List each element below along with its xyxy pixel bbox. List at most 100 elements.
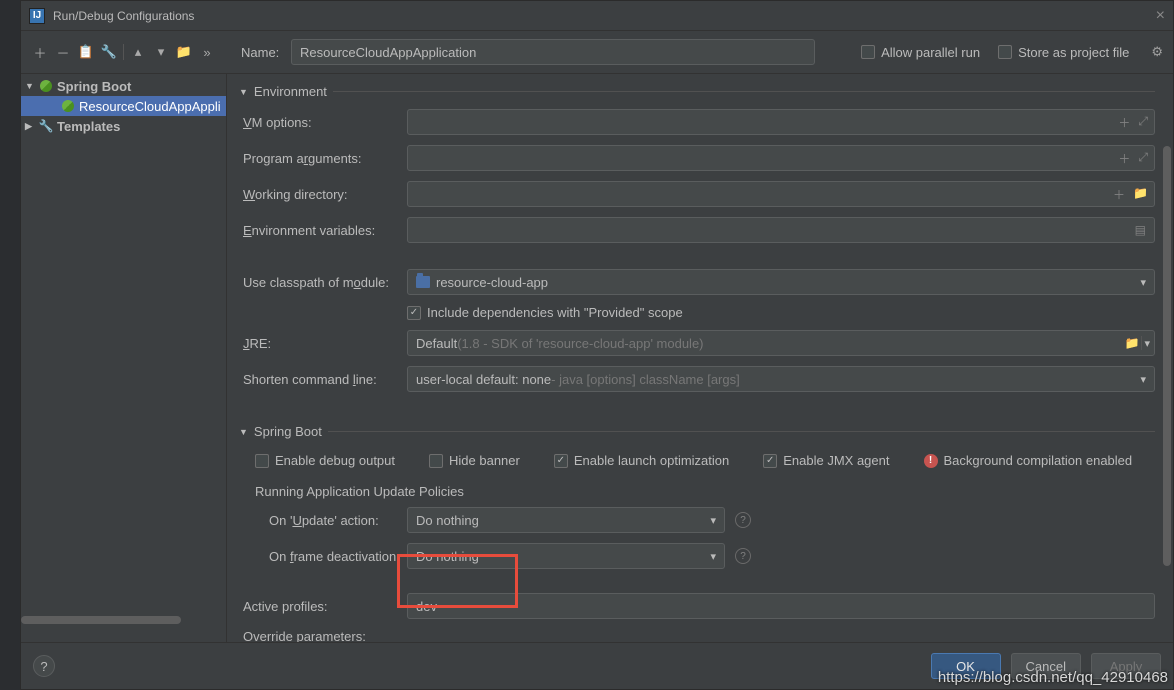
module-icon [416,276,430,288]
hide-banner-checkbox[interactable]: Hide banner [429,453,520,468]
env-vars-label: Environment variables: [243,223,407,238]
tree-app-item[interactable]: ResourceCloudAppAppli [21,96,226,116]
expand-icon[interactable]: ＋ [1118,114,1130,131]
shorten-dropdown[interactable]: user-local default: none - java [options… [407,366,1155,392]
dialog-body: ▼ Spring Boot ResourceCloudAppAppli ▶ 🔧 … [21,74,1173,642]
apply-button[interactable]: Apply [1091,653,1161,679]
tree-templates[interactable]: ▶ 🔧 Templates [21,116,226,136]
copy-button[interactable]: 📋 [77,43,95,61]
main-panel: ▼ Environment VM options: ＋⤢ Program arg… [227,74,1173,642]
window-title: Run/Debug Configurations [53,9,194,23]
working-directory-label: Working directory: [243,187,407,202]
store-as-template-label: Store as project file [1018,45,1129,60]
vm-options-input[interactable]: ＋⤢ [407,109,1155,135]
env-vars-input[interactable]: ▤ [407,217,1155,243]
toolbar-separator [123,44,124,60]
tree-spring-boot[interactable]: ▼ Spring Boot [21,76,226,96]
top-row: ＋ － 📋 🔧 ▴ ▾ 📁 » Name: Allow parallel run… [21,31,1173,74]
tree-templates-label: Templates [57,119,120,134]
jre-detail: (1.8 - SDK of 'resource-cloud-app' modul… [457,336,703,351]
chevron-down-icon[interactable]: ▾ [1144,337,1150,350]
ok-button[interactable]: OK [931,653,1001,679]
spring-boot-section-header[interactable]: ▼ Spring Boot [239,424,1155,439]
gear-icon[interactable]: ⚙ [1151,44,1163,60]
help-button[interactable]: ? [33,655,55,677]
up-button[interactable]: ▴ [129,43,147,61]
expand-icon[interactable]: ＋ [1118,150,1130,167]
on-deactivate-label: On frame deactivation: [269,549,407,564]
name-input[interactable] [291,39,815,65]
expand-icon[interactable]: ＋ [1113,186,1125,203]
on-update-value: Do nothing [416,513,479,528]
classpath-label: Use classpath of module: [243,275,407,290]
store-as-template-checkbox[interactable]: Store as project file [998,45,1129,60]
classpath-dropdown[interactable]: resource-cloud-app [407,269,1155,295]
allow-parallel-checkbox[interactable]: Allow parallel run [861,45,980,60]
enable-debug-label: Enable debug output [275,453,395,468]
top-checks: Allow parallel run Store as project file… [861,44,1163,60]
hide-banner-label: Hide banner [449,453,520,468]
remove-button[interactable]: － [54,43,72,61]
help-icon[interactable]: ? [735,512,751,528]
on-update-label: On 'Update' action: [269,513,407,528]
enable-launch-opt-label: Enable launch optimization [574,453,729,468]
browse-icon[interactable]: 📁 [1133,186,1148,203]
titlebar: IJ Run/Debug Configurations × [21,1,1173,31]
spring-icon [40,80,52,92]
tree-app-item-label: ResourceCloudAppAppli [79,99,221,114]
jre-dropdown[interactable]: Default (1.8 - SDK of 'resource-cloud-ap… [407,330,1155,356]
folder-button[interactable]: 📁 [175,43,193,61]
allow-parallel-label: Allow parallel run [881,45,980,60]
classpath-value: resource-cloud-app [436,275,548,290]
edit-button[interactable]: 🔧 [100,43,118,61]
vm-options-label: VM options: [243,115,407,130]
enable-launch-opt-checkbox[interactable]: Enable launch optimization [554,453,729,468]
intellij-icon: IJ [29,8,45,24]
shorten-detail: - java [options] className [args] [551,372,740,387]
warning-icon: ! [924,454,938,468]
browse-icon[interactable]: 📁 [1125,336,1140,350]
background-strip [0,0,20,690]
on-deactivate-value: Do nothing [416,549,479,564]
on-deactivate-dropdown[interactable]: Do nothing [407,543,725,569]
enable-jmx-checkbox[interactable]: Enable JMX agent [763,453,889,468]
enable-jmx-label: Enable JMX agent [783,453,889,468]
jre-value: Default [416,336,457,351]
on-update-dropdown[interactable]: Do nothing [407,507,725,533]
cancel-button[interactable]: Cancel [1011,653,1081,679]
tree-spring-boot-label: Spring Boot [57,79,131,94]
environment-section-label: Environment [254,84,327,99]
program-args-input[interactable]: ＋⤢ [407,145,1155,171]
shorten-label: Shorten command line: [243,372,407,387]
enable-debug-checkbox[interactable]: Enable debug output [255,453,395,468]
main-scrollbar[interactable] [1161,134,1173,596]
update-policies-title: Running Application Update Policies [255,484,1155,499]
more-button[interactable]: » [198,43,216,61]
list-icon[interactable]: ▤ [1135,223,1146,237]
config-tree: ▼ Spring Boot ResourceCloudAppAppli ▶ 🔧 … [21,74,227,642]
environment-section-header[interactable]: ▼ Environment [239,84,1155,99]
spring-boot-section-label: Spring Boot [254,424,322,439]
wrench-icon: 🔧 [39,119,53,133]
maximize-icon[interactable]: ⤢ [1138,114,1148,131]
working-directory-input[interactable]: ＋📁 [407,181,1155,207]
dialog-footer: ? OK Cancel Apply [21,642,1173,689]
active-profiles-input[interactable]: dev [407,593,1155,619]
down-button[interactable]: ▾ [152,43,170,61]
active-profiles-value: dev [416,599,437,614]
add-button[interactable]: ＋ [31,43,49,61]
include-provided-label: Include dependencies with "Provided" sco… [427,305,683,320]
maximize-icon[interactable]: ⤢ [1138,150,1148,167]
spring-icon [62,100,74,112]
program-args-label: Program arguments: [243,151,407,166]
override-params-label: Override parameters: [243,629,407,642]
close-icon[interactable]: × [1156,7,1165,25]
sidebar-hscroll[interactable] [21,616,226,626]
bg-compile-warning: ! Background compilation enabled [924,453,1133,468]
name-label: Name: [241,45,283,60]
include-provided-checkbox[interactable]: Include dependencies with "Provided" sco… [407,305,683,320]
jre-label: JRE: [243,336,407,351]
active-profiles-label: Active profiles: [243,599,407,614]
shorten-value: user-local default: none [416,372,551,387]
help-icon[interactable]: ? [735,548,751,564]
